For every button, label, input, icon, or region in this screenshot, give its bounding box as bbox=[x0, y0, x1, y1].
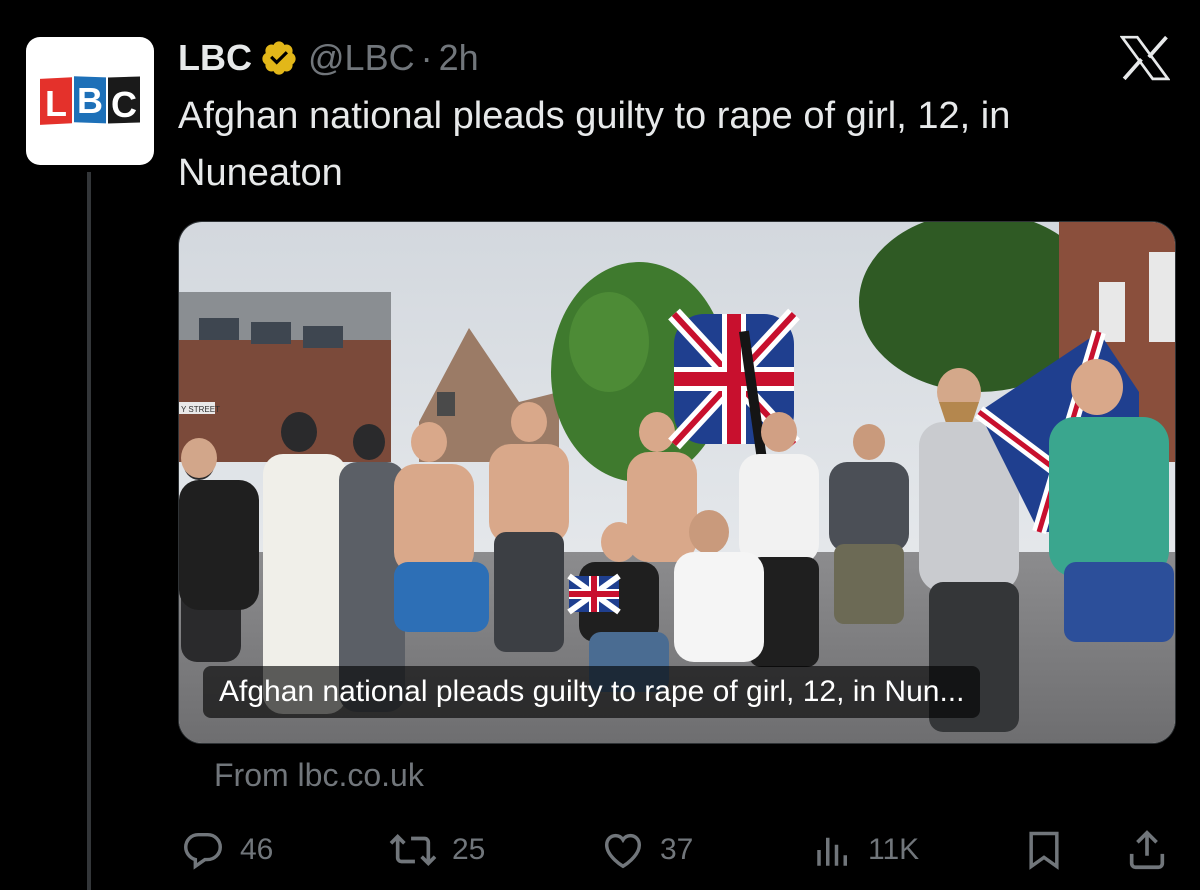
like-count: 37 bbox=[660, 833, 694, 866]
thread-line bbox=[87, 172, 91, 890]
repost-icon bbox=[389, 834, 437, 866]
lbc-logo: L B C bbox=[40, 76, 140, 125]
card-caption: Afghan national pleads guilty to rape of… bbox=[203, 666, 981, 718]
tweet-header: LBC @LBC · 2h bbox=[178, 34, 479, 82]
separator-dot: · bbox=[420, 37, 433, 78]
timestamp[interactable]: 2h bbox=[439, 37, 479, 79]
share-icon bbox=[1129, 830, 1165, 870]
author-handle[interactable]: @LBC bbox=[308, 37, 415, 79]
svg-text:B: B bbox=[77, 80, 103, 121]
reply-count: 46 bbox=[240, 833, 274, 866]
avatar[interactable]: L B C bbox=[26, 37, 154, 165]
tweet[interactable]: L B C LBC @LBC · 2h Afghan national plea… bbox=[0, 0, 1200, 890]
bookmark-button[interactable] bbox=[1022, 822, 1080, 878]
street-sign-text: Y STREET bbox=[181, 405, 220, 414]
link-card[interactable]: Y STREET Afghan national pleads guilty t… bbox=[178, 221, 1176, 744]
repost-count: 25 bbox=[452, 833, 486, 866]
author-name[interactable]: LBC bbox=[178, 37, 252, 79]
verified-badge-icon[interactable] bbox=[260, 39, 298, 77]
views-icon bbox=[817, 837, 847, 866]
like-icon bbox=[604, 833, 642, 869]
like-button[interactable]: 37 bbox=[600, 822, 693, 878]
svg-text:C: C bbox=[111, 84, 137, 125]
share-button[interactable] bbox=[1124, 822, 1184, 878]
svg-text:L: L bbox=[45, 83, 67, 124]
views-count: 11K bbox=[868, 833, 920, 866]
action-bar: 46 25 37 11K bbox=[0, 822, 1200, 878]
source-link[interactable]: From lbc.co.uk bbox=[214, 757, 424, 794]
x-logo-icon bbox=[1120, 35, 1170, 81]
reply-button[interactable]: 46 bbox=[180, 822, 273, 878]
card-photo: Y STREET bbox=[179, 222, 1175, 743]
views-button[interactable]: 11K bbox=[812, 822, 919, 878]
repost-button[interactable]: 25 bbox=[388, 822, 485, 878]
reply-icon bbox=[184, 832, 222, 870]
bookmark-icon bbox=[1029, 831, 1059, 870]
tweet-text: Afghan national pleads guilty to rape of… bbox=[178, 95, 1011, 194]
